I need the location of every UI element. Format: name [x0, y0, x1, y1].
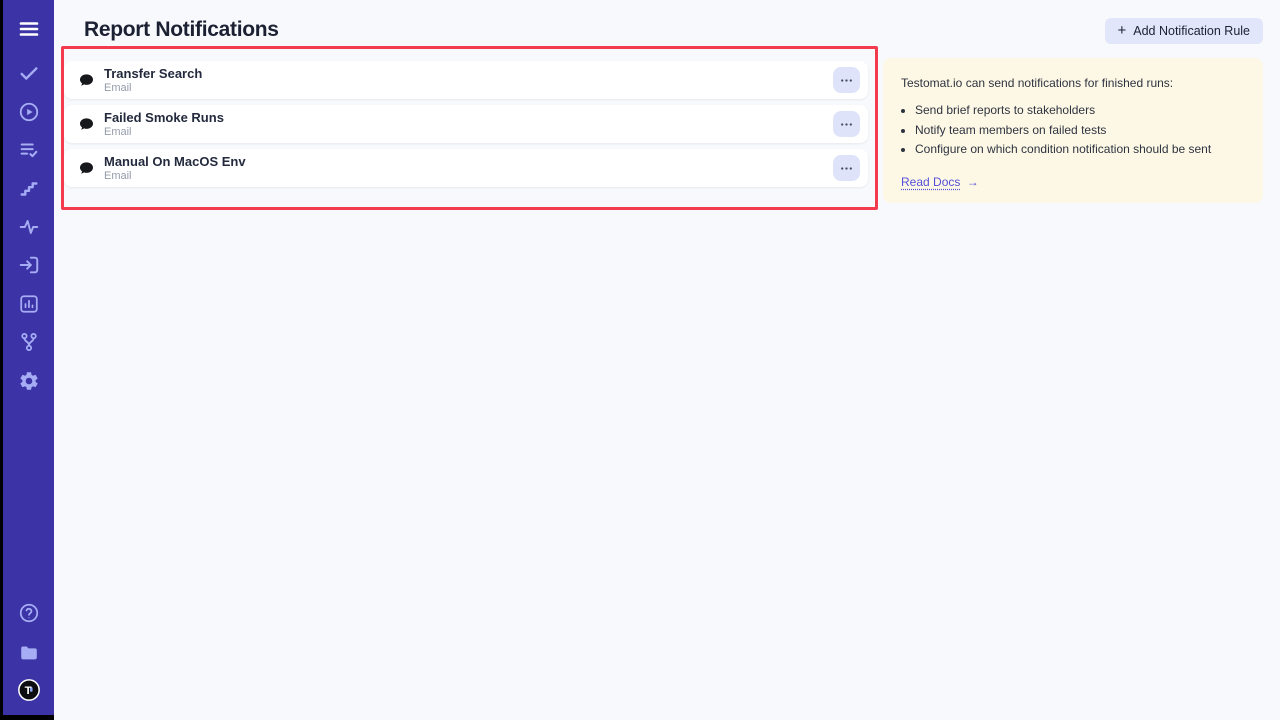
rule-channel: Email: [104, 83, 202, 94]
notification-rule-row[interactable]: Transfer Search Email: [64, 61, 868, 99]
rule-channel: Email: [104, 127, 224, 138]
ellipsis-icon: [840, 74, 853, 87]
help-icon[interactable]: [16, 600, 42, 626]
rule-menu-button[interactable]: [833, 155, 860, 181]
git-branch-icon[interactable]: [16, 329, 42, 355]
chat-bubble-icon: [78, 116, 95, 133]
rule-menu-button[interactable]: [833, 111, 860, 137]
ellipsis-icon: [840, 118, 853, 131]
info-bullet: Notify team members on failed tests: [915, 124, 1245, 137]
app-screen: T Report Notifications + Add Notificatio…: [0, 0, 1280, 720]
notification-rule-row[interactable]: Failed Smoke Runs Email: [64, 105, 868, 143]
logo-avatar[interactable]: T: [16, 677, 42, 703]
add-notification-rule-button[interactable]: + Add Notification Rule: [1105, 18, 1264, 44]
read-docs-link[interactable]: Read Docs →: [901, 175, 979, 189]
info-bullet: Send brief reports to stakeholders: [915, 104, 1245, 117]
menu-icon[interactable]: [16, 16, 42, 42]
info-bullet-list: Send brief reports to stakeholders Notif…: [901, 104, 1245, 156]
import-icon[interactable]: [16, 252, 42, 278]
rule-title: Failed Smoke Runs: [104, 111, 224, 124]
arrow-right-icon: →: [967, 175, 979, 189]
info-panel: Testomat.io can send notifications for f…: [883, 58, 1263, 203]
folder-icon[interactable]: [16, 639, 42, 665]
rule-title: Transfer Search: [104, 67, 202, 80]
play-circle-icon[interactable]: [16, 99, 42, 125]
list-check-icon[interactable]: [16, 137, 42, 163]
add-button-label: Add Notification Rule: [1133, 24, 1250, 38]
gear-icon[interactable]: [16, 368, 42, 394]
svg-text:T: T: [25, 685, 32, 697]
rule-channel: Email: [104, 171, 246, 182]
chat-bubble-icon: [78, 72, 95, 89]
plus-icon: +: [1118, 23, 1127, 38]
steps-icon[interactable]: [16, 176, 42, 202]
read-docs-label: Read Docs: [901, 175, 960, 189]
sidebar: T: [0, 0, 54, 720]
chat-bubble-icon: [78, 160, 95, 177]
info-bullet: Configure on which condition notificatio…: [915, 143, 1245, 156]
activity-icon[interactable]: [16, 214, 42, 240]
ellipsis-icon: [840, 162, 853, 175]
rule-menu-button[interactable]: [833, 67, 860, 93]
page-title: Report Notifications: [84, 18, 279, 42]
bar-chart-icon[interactable]: [16, 291, 42, 317]
check-icon[interactable]: [16, 60, 42, 86]
notification-rule-row[interactable]: Manual On MacOS Env Email: [64, 149, 868, 187]
info-intro: Testomat.io can send notifications for f…: [901, 76, 1245, 90]
rule-title: Manual On MacOS Env: [104, 155, 246, 168]
